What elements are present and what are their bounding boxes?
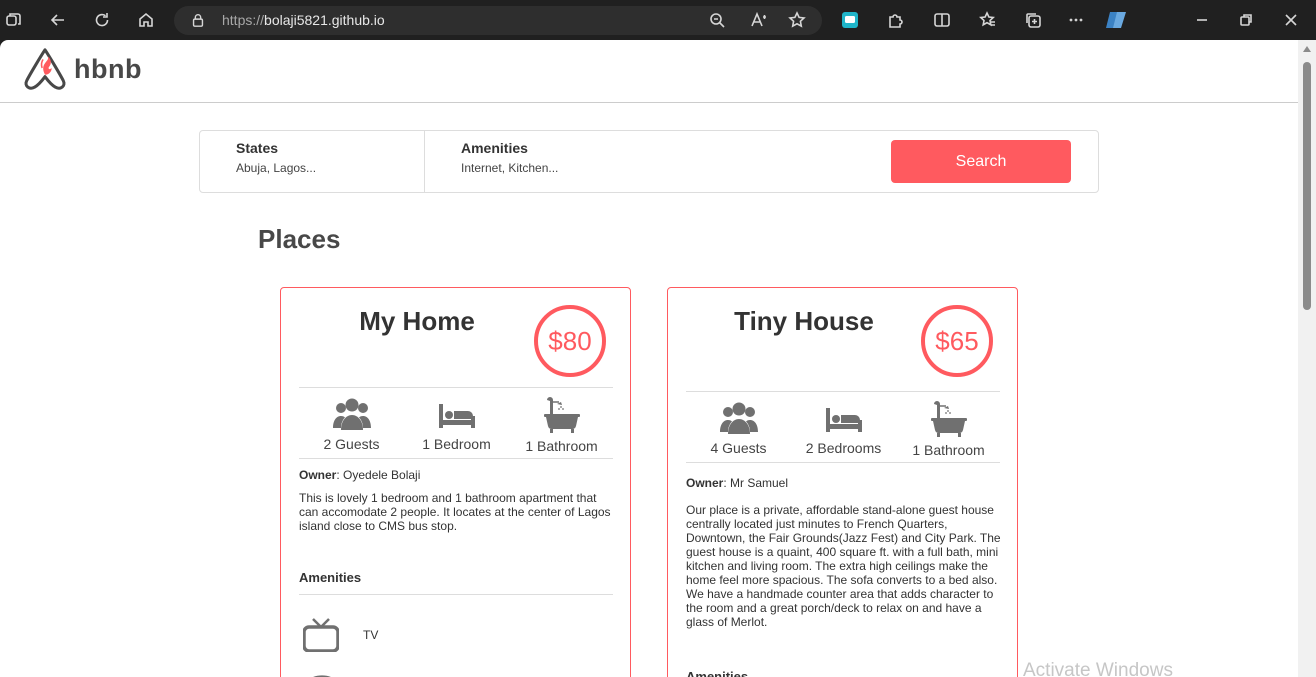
- guests-icon: [719, 402, 758, 434]
- split-screen-icon[interactable]: [930, 8, 954, 32]
- states-filter-title: States: [236, 140, 279, 156]
- activate-windows-watermark: Activate Windows: [1023, 660, 1173, 677]
- tv-icon: [303, 618, 339, 652]
- collections-icon[interactable]: [1021, 8, 1045, 32]
- workspaces-icon[interactable]: [2, 8, 26, 32]
- site-header: hbnb: [0, 40, 1298, 103]
- bedrooms-label: 1 Bedroom: [422, 436, 491, 452]
- scroll-up-arrow-icon[interactable]: [1303, 46, 1311, 52]
- guests-info: 2 Guests: [299, 388, 404, 452]
- favorites-icon[interactable]: [976, 8, 1000, 32]
- wifi-icon: [313, 675, 331, 677]
- owner-name: : Oyedele Bolaji: [336, 468, 421, 482]
- amenity-item: TV: [303, 618, 378, 652]
- home-icon[interactable]: [134, 8, 158, 32]
- lock-icon[interactable]: [190, 12, 206, 33]
- bathrooms-info: 1 Bathroom: [896, 392, 1001, 458]
- owner-name: : Mr Samuel: [723, 476, 789, 490]
- favorite-star-icon[interactable]: [788, 11, 808, 31]
- owner-line: Owner: Oyedele Bolaji: [299, 468, 420, 482]
- amenities-filter[interactable]: Amenities Internet, Kitchen...: [425, 131, 725, 192]
- guests-label: 2 Guests: [323, 436, 380, 452]
- page-scrollbar[interactable]: [1298, 40, 1316, 677]
- read-aloud-icon[interactable]: [750, 11, 770, 31]
- page-viewport: hbnb States Abuja, Lagos... Amenities In…: [0, 40, 1298, 677]
- place-description: This is lovely 1 bedroom and 1 bathroom …: [299, 491, 611, 533]
- zoom-icon[interactable]: [708, 11, 728, 31]
- bathrooms-label: 1 Bathroom: [912, 442, 985, 458]
- search-button[interactable]: Search: [891, 140, 1071, 183]
- states-filter[interactable]: States Abuja, Lagos...: [200, 131, 425, 192]
- amenity-label: TV: [363, 628, 379, 642]
- puzzle-extensions-icon[interactable]: [884, 8, 908, 32]
- scrollbar-thumb[interactable]: [1303, 62, 1311, 310]
- amenities-title: Amenities: [686, 669, 1000, 677]
- owner-label: Owner: [299, 468, 337, 482]
- bathtub-icon: [543, 397, 580, 433]
- places-title: Places: [258, 224, 341, 254]
- restore-icon[interactable]: [1234, 8, 1258, 32]
- bathrooms-label: 1 Bathroom: [525, 438, 598, 454]
- owner-label: Owner: [686, 476, 724, 490]
- close-icon[interactable]: [1279, 8, 1303, 32]
- amenities-filter-value: Internet, Kitchen...: [461, 161, 559, 175]
- bedrooms-label: 2 Bedrooms: [805, 440, 882, 456]
- place-title: Tiny House: [734, 306, 874, 336]
- bed-icon: [438, 404, 475, 428]
- bathrooms-info: 1 Bathroom: [509, 388, 614, 454]
- copilot-icon[interactable]: [1104, 8, 1128, 32]
- bedrooms-info: 2 Bedrooms: [791, 392, 896, 456]
- minimize-icon[interactable]: [1190, 8, 1214, 32]
- extension-icon[interactable]: [838, 8, 862, 32]
- place-title: My Home: [359, 306, 475, 336]
- amenity-item: [303, 670, 341, 677]
- logo-icon: [24, 48, 66, 90]
- refresh-icon[interactable]: [90, 8, 114, 32]
- place-info: 4 Guests 2 Bedrooms 1 Bathroom: [686, 391, 1000, 463]
- more-icon[interactable]: [1064, 8, 1088, 32]
- amenities-filter-title: Amenities: [461, 140, 528, 156]
- guests-label: 4 Guests: [710, 440, 767, 456]
- guests-info: 4 Guests: [686, 392, 791, 456]
- price-badge: $80: [534, 305, 606, 377]
- states-filter-value: Abuja, Lagos...: [236, 161, 317, 175]
- place-card: My Home $80 2 Guests 1 Bedroom 1 Bathroo…: [280, 287, 631, 677]
- place-info: 2 Guests 1 Bedroom 1 Bathroom: [299, 387, 613, 459]
- back-icon[interactable]: [46, 8, 70, 32]
- place-description: Our place is a private, affordable stand…: [686, 503, 1001, 629]
- owner-line: Owner: Mr Samuel: [686, 476, 788, 490]
- place-card: Tiny House $65 4 Guests 2 Bedrooms 1 Bat…: [667, 287, 1018, 677]
- bathtub-icon: [930, 401, 967, 437]
- price-badge: $65: [921, 305, 993, 377]
- browser-toolbar: https://bolaji5821.github.io: [0, 0, 1316, 40]
- filters-bar: States Abuja, Lagos... Amenities Interne…: [199, 130, 1099, 193]
- logo-text: hbnb: [74, 53, 142, 84]
- bed-icon: [825, 408, 862, 432]
- amenities-title: Amenities: [299, 570, 613, 595]
- address-bar[interactable]: https://bolaji5821.github.io: [174, 6, 822, 35]
- site-logo[interactable]: hbnb: [22, 46, 142, 92]
- url-text[interactable]: https://bolaji5821.github.io: [222, 12, 385, 28]
- guests-icon: [332, 398, 371, 430]
- bedrooms-info: 1 Bedroom: [404, 388, 509, 452]
